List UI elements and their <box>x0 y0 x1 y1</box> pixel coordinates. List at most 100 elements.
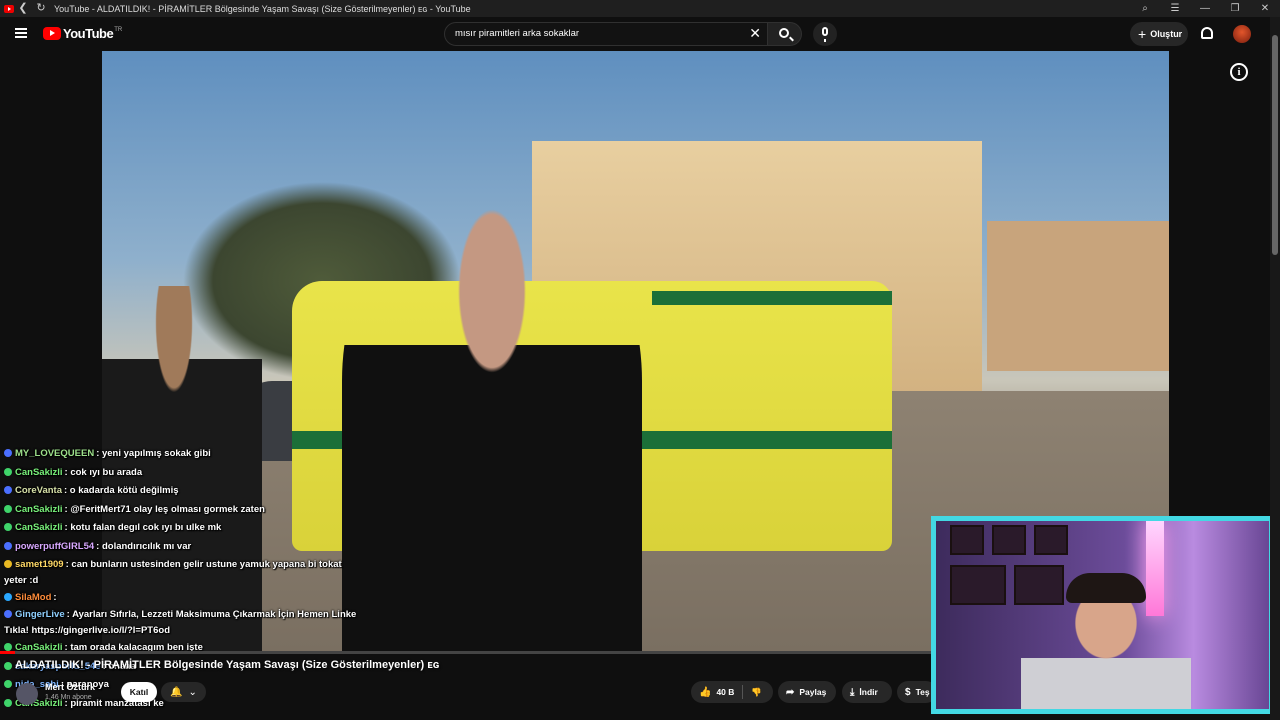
progress-fill <box>0 651 16 654</box>
chat-text: : yeni yapılmış sokak gibi <box>96 448 211 459</box>
chat-username[interactable]: samet1909 <box>15 559 64 570</box>
download-label: İndir <box>859 687 878 697</box>
window-title: YouTube - ALDATILDIK! - PİRAMİTLER Bölge… <box>54 3 471 14</box>
chat-text: : dolandırıcılık mı var <box>96 540 192 552</box>
webcam-poster <box>1034 525 1068 555</box>
chat-message: CanSakizli: @FeritMert71 olay leş olması… <box>4 501 364 520</box>
webcam-poster <box>950 525 984 555</box>
logo-text: YouTube <box>63 26 114 41</box>
chat-badge-icon <box>4 661 12 670</box>
scrollbar-thumb[interactable] <box>1272 35 1278 255</box>
reload-icon[interactable]: ↻ <box>32 0 50 17</box>
page-scrollbar[interactable] <box>1270 17 1280 720</box>
dislike-button[interactable]: 👎 <box>743 681 770 703</box>
like-dislike-group: 👍 40 B 👎 <box>691 681 773 703</box>
chat-badge-icon <box>4 643 12 652</box>
chat-badge-icon <box>4 449 12 457</box>
microphone-icon <box>822 27 828 42</box>
voice-search-button[interactable] <box>813 22 837 46</box>
share-label: Paylaş <box>799 687 827 697</box>
plus-icon: + <box>1138 26 1147 42</box>
chat-badge-icon <box>4 504 12 513</box>
thumbs-down-icon: 👎 <box>751 686 763 697</box>
chat-badge-icon <box>4 486 12 495</box>
menu-icon[interactable]: ☰ <box>1160 0 1190 17</box>
join-button[interactable]: Katıl <box>121 682 157 702</box>
video-building-right <box>987 221 1169 371</box>
chat-badge-icon <box>4 559 12 568</box>
search-input[interactable]: mısır piramitleri arka sokaklar ✕ <box>444 22 768 46</box>
chat-badge-icon <box>4 680 12 689</box>
chat-message: SilaMod: <box>4 589 364 608</box>
download-button[interactable]: ⤓ İndir <box>842 681 892 703</box>
clear-search-icon[interactable]: ✕ <box>749 25 761 42</box>
chat-username[interactable]: MY_LOVEQUEEN <box>15 448 94 459</box>
thumbs-up-icon: 👍 <box>699 686 712 698</box>
share-button[interactable]: ➦ Paylaş <box>778 681 836 703</box>
chat-username[interactable]: CanSakizli <box>15 467 63 478</box>
chat-badge-icon <box>4 467 12 476</box>
minimize-icon[interactable]: — <box>1190 0 1220 17</box>
chat-badge-icon <box>4 592 12 601</box>
chat-badge-icon <box>4 523 12 532</box>
chat-message: CanSakizli: cok ıyı bu arada <box>4 464 364 483</box>
webcam-poster <box>992 525 1026 555</box>
channel-name[interactable]: Mert Öztürk <box>45 682 95 692</box>
chat-username[interactable]: GingerLive <box>15 609 65 620</box>
subscriber-count: 1,46 Mn abone <box>45 694 92 701</box>
webcam-poster <box>950 565 1006 605</box>
ambulance-roof-stripe <box>652 291 892 305</box>
bell-icon: 🔔 <box>170 686 183 698</box>
chat-message: powerpuffGIRL54: dolandırıcılık mı var <box>4 538 364 557</box>
create-button[interactable]: + Oluştur <box>1130 22 1188 46</box>
chat-badge-icon <box>4 698 12 707</box>
streamer-hair <box>1066 573 1146 603</box>
search-button[interactable] <box>768 22 802 46</box>
chat-username[interactable]: CanSakizli <box>15 522 63 533</box>
chat-message: CanSakizli: tam orada kalacagım ben işte <box>4 639 364 658</box>
channel-avatar[interactable] <box>16 683 38 705</box>
chat-text: : @FeritMert71 olay leş olması gormek za… <box>64 503 265 515</box>
chat-message: CoreVanta: o kadarda kötü değilmiş <box>4 482 364 501</box>
chat-message: MY_LOVEQUEEN: yeni yapılmış sokak gibi <box>4 445 364 464</box>
chat-overlay: MY_LOVEQUEEN: yeni yapılmış sokak gibi Ca… <box>4 445 364 714</box>
create-label: Oluştur <box>1150 29 1183 39</box>
search-input-value: mısır piramitleri arka sokaklar <box>455 28 580 39</box>
chat-badge-icon <box>4 541 12 550</box>
chat-username[interactable]: CanSakizli <box>15 504 63 515</box>
info-icon[interactable]: i <box>1230 63 1248 81</box>
logo-country-code: TR <box>114 26 123 33</box>
chat-username[interactable]: powerpuffGIRL54 <box>15 541 94 552</box>
subscribed-button[interactable]: 🔔 ⌄ <box>161 682 206 702</box>
youtube-logo[interactable]: YouTube TR <box>43 26 122 41</box>
back-icon[interactable]: ❮ <box>14 0 32 17</box>
like-button[interactable]: 👍 40 B <box>691 681 742 703</box>
youtube-play-logo-icon <box>43 27 61 40</box>
chat-username[interactable]: CoreVanta <box>15 485 62 496</box>
chat-username[interactable]: SilaMod <box>15 592 51 603</box>
search-icon[interactable]: ⌕ <box>1130 0 1160 17</box>
chat-message: GingerLive: Ayarları Sıfırla, Lezzeti Ma… <box>4 607 364 639</box>
share-icon: ➦ <box>786 686 795 698</box>
close-icon[interactable]: ✕ <box>1250 0 1280 17</box>
chat-text: : kotu falan degıl cok ıyı bı ulke mk <box>64 522 222 534</box>
chat-text: : o kadarda kötü değilmiş <box>64 485 179 497</box>
account-avatar[interactable] <box>1233 25 1251 43</box>
chat-text: : <box>53 591 57 603</box>
notifications-bell-icon[interactable] <box>1201 27 1213 39</box>
video-person-center <box>342 201 642 651</box>
search-icon <box>779 28 789 38</box>
browser-titlebar: ❮ ↻ YouTube - ALDATILDIK! - PİRAMİTLER B… <box>0 0 1280 17</box>
youtube-favicon-icon <box>4 4 14 13</box>
download-icon: ⤓ <box>850 686 855 698</box>
masthead: YouTube TR mısır piramitleri arka sokakl… <box>0 17 1280 51</box>
chat-text: : cok ıyı bu arada <box>64 466 143 478</box>
chat-message: samet1909: can bunların ustesinden gelir… <box>4 557 364 589</box>
chat-message: CanSakizli: kotu falan degıl cok ıyı bı … <box>4 519 364 538</box>
thanks-label: Teş <box>915 687 930 697</box>
restore-icon[interactable]: ❐ <box>1220 0 1250 17</box>
video-title: ALDATILDIK! - PİRAMİTLER Bölgesinde Yaşa… <box>15 659 440 671</box>
hamburger-menu-icon[interactable] <box>15 28 27 38</box>
webcam-overlay <box>931 516 1274 714</box>
like-count: 40 B <box>716 687 735 697</box>
